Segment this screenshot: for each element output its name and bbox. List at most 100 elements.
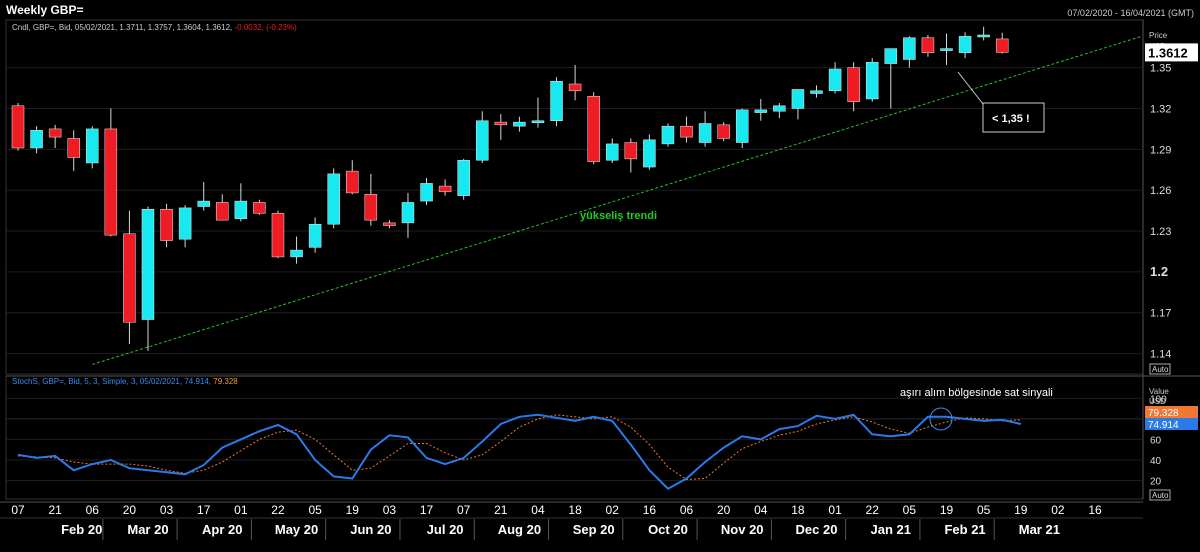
stoch-annotation: aşırı alım bölgesinde sat sinyali (900, 387, 1053, 399)
price-tick-label: 1.29 (1150, 144, 1171, 156)
x-tick-label: 18 (791, 503, 805, 517)
candle-body (141, 209, 155, 320)
candle-body (884, 48, 898, 64)
x-tick-label: 05 (308, 503, 322, 517)
candle-body (123, 233, 136, 323)
x-month-label: Aug 20 (498, 522, 541, 537)
x-tick-label: 07 (457, 503, 471, 517)
price-tick-label: 1.32 (1150, 104, 1171, 116)
price-axis-title: Price (1149, 31, 1168, 40)
candle-body (995, 38, 1009, 53)
stoch-d-value: 79.328 (1148, 408, 1179, 419)
candle-body (476, 120, 489, 161)
candle-body (178, 207, 192, 240)
price-tick-label: 1.23 (1150, 226, 1171, 238)
candle-body (104, 128, 118, 236)
chart-canvas: 1.14 1.17 1.2 1.23 1.26 1.29 1.32 1.35 yükseliş … (0, 19, 1200, 540)
x-month-label: Jun 20 (350, 522, 391, 537)
candle-body (587, 95, 600, 162)
x-tick-label: 16 (1088, 503, 1102, 517)
price-panel-frame (5, 19, 1144, 375)
candle-body (754, 109, 768, 113)
x-month-label: Mar 20 (127, 522, 168, 537)
candle-body (308, 223, 322, 248)
stoch-d-line (17, 414, 1021, 481)
candle-body (865, 61, 879, 100)
candle-body (494, 121, 508, 126)
x-tick-label: 02 (1051, 503, 1065, 517)
candle-body (773, 105, 786, 112)
candle-body (568, 83, 582, 92)
x-tick-label: 04 (531, 503, 545, 517)
x-tick-label: 17 (197, 503, 211, 517)
x-month-label: Sep 20 (573, 522, 615, 537)
candle-body (253, 202, 266, 214)
x-tick-label: 05 (977, 503, 991, 517)
candle-body (828, 68, 842, 92)
candle-body (531, 120, 545, 124)
candle-body (271, 213, 285, 258)
x-month-label: Mar 21 (1019, 522, 1060, 537)
candle-body (364, 194, 378, 221)
callout-text: < 1,35 ! (992, 113, 1030, 125)
x-month-label: Oct 20 (648, 522, 688, 537)
stoch-tick-label: 60 (1150, 435, 1162, 446)
trendline (92, 35, 1142, 365)
x-tick-label: 04 (754, 503, 768, 517)
candle-body (160, 209, 173, 241)
candle-body (457, 159, 470, 196)
price-tick-label: 1.35 (1150, 63, 1171, 75)
x-tick-label: 22 (271, 503, 285, 517)
x-tick-label: 19 (346, 503, 360, 517)
x-tick-label: 22 (866, 503, 880, 517)
candle-body (903, 37, 916, 60)
candle-body (624, 142, 638, 160)
candle-body (810, 90, 823, 94)
candle-body (847, 67, 860, 102)
x-tick-label: 01 (234, 503, 248, 517)
candle-body (791, 89, 805, 109)
candle-body (605, 143, 619, 161)
price-info-change: -0.0032, (-0.23%) (234, 23, 297, 32)
x-tick-label: 21 (494, 503, 508, 517)
x-tick-label: 03 (383, 503, 397, 517)
candle-body (327, 173, 340, 225)
x-tick-label: 05 (903, 503, 917, 517)
x-month-label: Jan 21 (871, 522, 911, 537)
x-tick-label: 18 (568, 503, 582, 517)
candle-body (643, 139, 656, 168)
x-tick-label: 16 (643, 503, 657, 517)
stoch-info-d: 79.328 (213, 377, 238, 386)
candle-body (86, 128, 99, 164)
stoch-info-line: StochS, GBP=, Bid, 5, 3, Simple, 3, 05/0… (12, 377, 238, 386)
x-month-label: Apr 20 (202, 522, 242, 537)
x-month-label: Feb 21 (944, 522, 985, 537)
candle-body (958, 36, 972, 53)
candle-body (401, 202, 415, 224)
candle-body (661, 125, 675, 145)
stoch-tick-label: 40 (1150, 456, 1162, 467)
x-tick-label: 20 (717, 503, 731, 517)
price-info-text: Cndl, GBP=, Bid, 05/02/2021, 1.3711, 1.3… (12, 23, 233, 32)
stoch-auto-label: Auto (1152, 491, 1169, 500)
x-month-label: Dec 20 (796, 522, 838, 537)
x-month-label: May 20 (275, 522, 318, 537)
stoch-tick-label: 20 (1150, 477, 1162, 488)
candle-body (48, 128, 62, 138)
candle-body (717, 124, 730, 139)
stoch-info-text: StochS, GBP=, Bid, 5, 3, Simple, 3, 05/0… (12, 377, 212, 386)
candle-body (30, 130, 43, 149)
price-tick-label: 1.14 (1150, 349, 1171, 361)
price-info-line: Cndl, GBP=, Bid, 05/02/2021, 1.3711, 1.3… (12, 23, 297, 32)
candle-body (420, 183, 433, 202)
x-tick-label: 03 (160, 503, 174, 517)
price-tick-label: 1.26 (1150, 185, 1171, 197)
candle-body (383, 222, 396, 226)
current-price-label: 1.3612 (1148, 45, 1188, 60)
candle-body (197, 200, 210, 207)
candle-body (550, 81, 563, 122)
x-tick-label: 17 (420, 503, 434, 517)
x-month-label: Feb 20 (61, 522, 102, 537)
candle-body (940, 48, 953, 51)
x-tick-label: 21 (48, 503, 62, 517)
